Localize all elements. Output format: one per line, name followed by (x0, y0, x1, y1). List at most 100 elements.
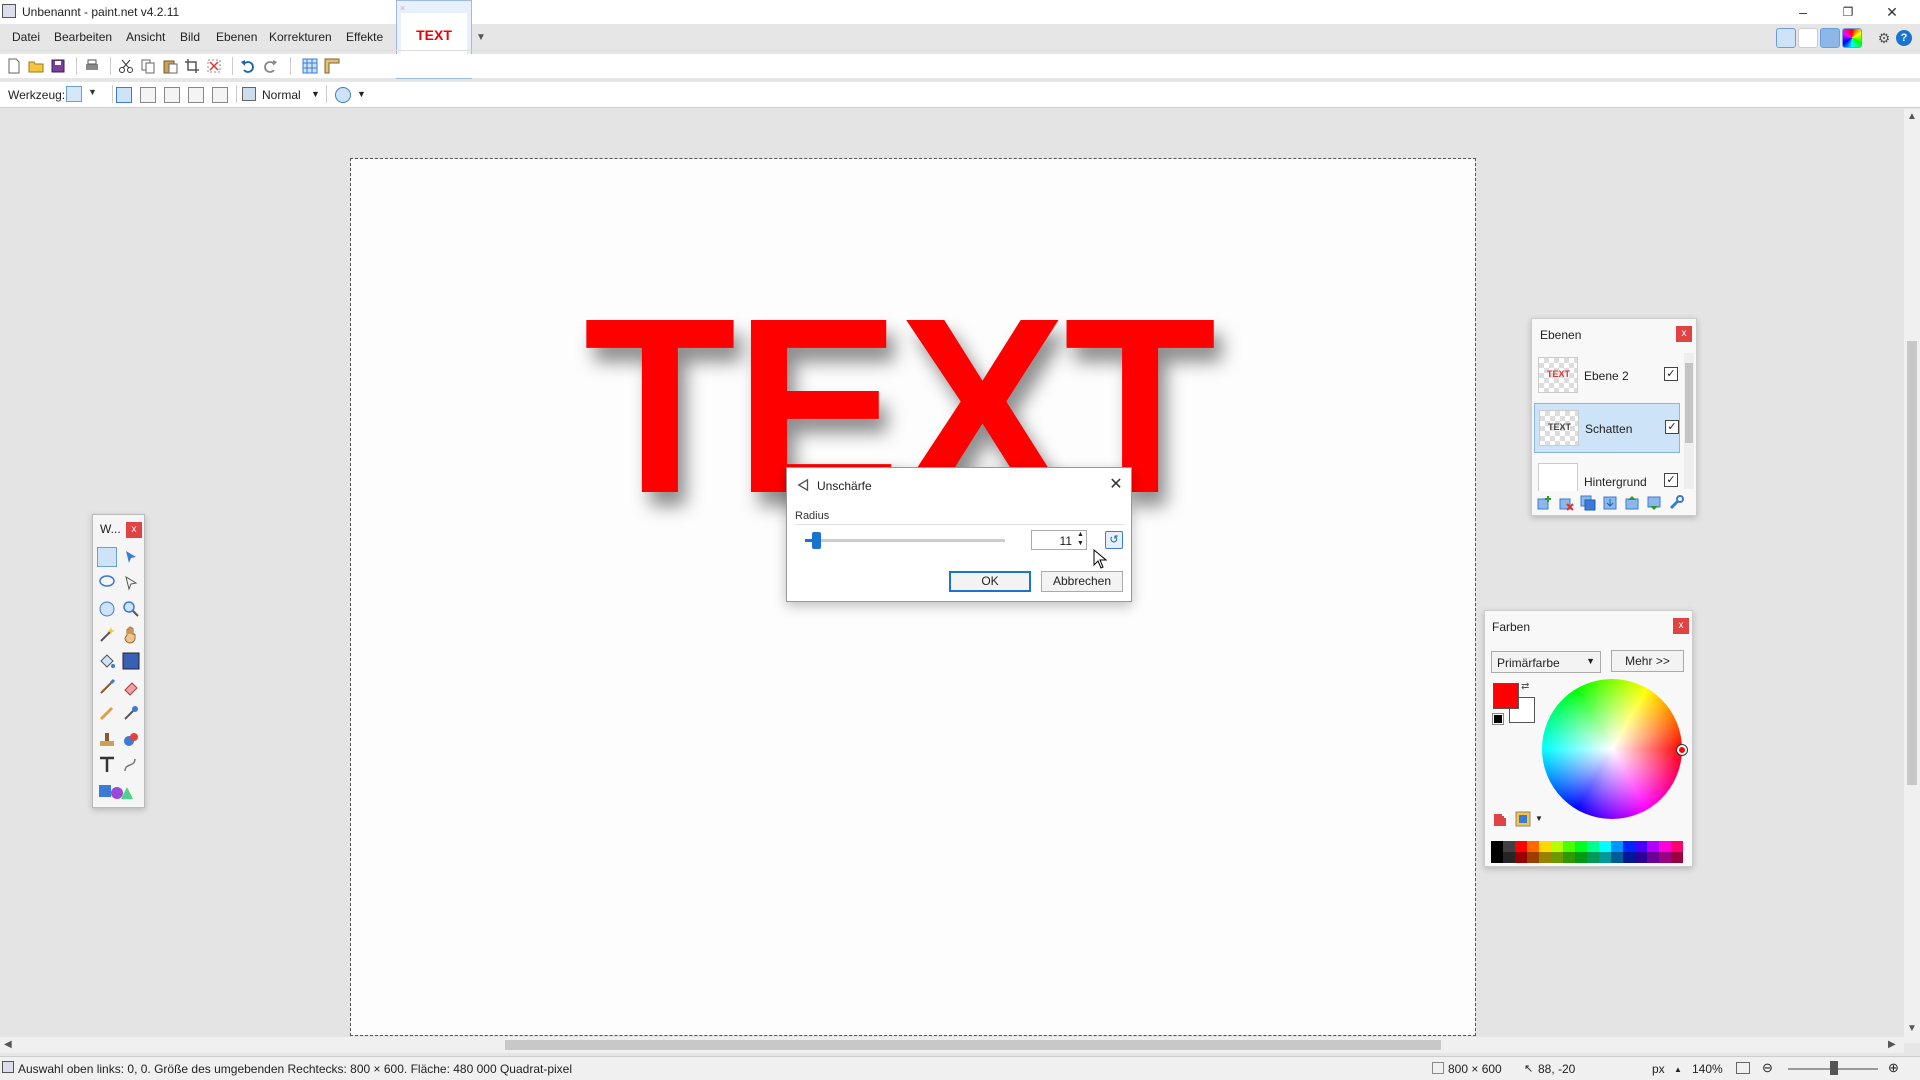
selection-mode-intersect-icon[interactable] (188, 87, 204, 103)
current-tool-rectangle-select-icon[interactable] (66, 86, 82, 102)
menu-ebenen[interactable]: Ebenen (216, 30, 257, 44)
zoom-tool-icon[interactable] (121, 599, 141, 619)
tools-window-toggle-icon[interactable] (1776, 28, 1796, 48)
menu-bild[interactable]: Bild (180, 30, 200, 44)
palette-swatch[interactable] (1587, 852, 1599, 863)
zoom-value[interactable]: 140% (1692, 1062, 1723, 1076)
units-selector[interactable]: px (1652, 1062, 1665, 1076)
horizontal-scrollbar-thumb[interactable] (505, 1040, 1441, 1050)
move-selection-tool-icon[interactable] (121, 573, 141, 593)
palette-swatch[interactable] (1635, 852, 1647, 863)
zoom-slider-thumb[interactable] (1830, 1061, 1838, 1075)
radius-increment-icon[interactable]: ▲ (1075, 531, 1086, 540)
selection-mode-exclude-icon[interactable] (164, 87, 180, 103)
selection-mode-union-icon[interactable] (140, 87, 156, 103)
palette-swatch[interactable] (1647, 841, 1659, 852)
colors-window-close-button[interactable]: x (1673, 618, 1689, 634)
blend-mode-icon[interactable] (242, 87, 256, 101)
open-file-icon[interactable] (28, 58, 44, 74)
zoom-in-icon[interactable]: ⊕ (1888, 1060, 1899, 1076)
palette-dropdown-arrow-icon[interactable]: ▼ (1535, 814, 1543, 823)
palette-swatch[interactable] (1659, 841, 1671, 852)
layer-visibility-checkbox[interactable]: ✓ (1664, 367, 1678, 381)
print-icon[interactable] (84, 58, 100, 74)
blend-mode-dropdown-arrow-icon[interactable]: ▼ (311, 89, 320, 99)
zoom-out-icon[interactable]: ⊖ (1762, 1060, 1773, 1076)
layer-properties-icon[interactable] (1668, 495, 1684, 511)
palette-swatch[interactable] (1551, 852, 1563, 863)
line-curve-tool-icon[interactable] (121, 755, 141, 775)
palette-swatch[interactable] (1575, 841, 1587, 852)
vertical-scrollbar[interactable]: ▲ ▼ (1904, 109, 1920, 1043)
layer-visibility-checkbox[interactable]: ✓ (1664, 473, 1678, 487)
scroll-right-arrow-icon[interactable]: ▶ (1888, 1039, 1896, 1050)
pencil-tool-icon[interactable] (97, 703, 117, 723)
palette-swatch[interactable] (1623, 841, 1635, 852)
palette-swatch[interactable] (1551, 841, 1563, 852)
more-colors-button[interactable]: Mehr >> (1611, 650, 1684, 672)
magic-wand-tool-icon[interactable] (97, 625, 117, 645)
menu-effekte[interactable]: Effekte (346, 30, 383, 44)
close-window-button[interactable]: ✕ (1877, 2, 1907, 22)
rectangle-select-tool-icon[interactable] (97, 547, 117, 567)
menu-ansicht[interactable]: Ansicht (126, 30, 165, 44)
palette-swatch[interactable] (1539, 841, 1551, 852)
move-layer-down-icon[interactable] (1646, 495, 1662, 511)
reset-colors-icon[interactable] (1492, 713, 1504, 725)
crop-to-selection-icon[interactable] (184, 58, 200, 74)
palette-swatch[interactable] (1671, 852, 1683, 863)
merge-layer-down-icon[interactable] (1602, 495, 1618, 511)
shapes-tool-icon[interactable] (97, 781, 133, 801)
move-layer-up-icon[interactable] (1624, 495, 1640, 511)
colors-window-toggle-icon[interactable] (1842, 28, 1862, 48)
tools-window-close-button[interactable]: x (126, 522, 142, 538)
palette-swatch[interactable] (1659, 852, 1671, 863)
palette-swatch[interactable] (1503, 841, 1515, 852)
ok-button[interactable]: OK (949, 571, 1031, 592)
swap-colors-icon[interactable]: ⇄ (1521, 681, 1529, 692)
layer-visibility-checkbox[interactable]: ✓ (1665, 420, 1679, 434)
palette-swatch[interactable] (1539, 852, 1551, 863)
antialiasing-icon[interactable] (335, 87, 351, 103)
recolor-tool-icon[interactable] (121, 729, 141, 749)
reset-radius-button[interactable]: ↺ (1105, 531, 1123, 549)
deselect-icon[interactable] (206, 58, 222, 74)
settings-gear-icon[interactable]: ⚙ (1874, 28, 1894, 48)
paste-icon[interactable] (162, 58, 178, 74)
add-layer-icon[interactable] (1536, 495, 1552, 511)
color-picker-tool-icon[interactable] (121, 703, 141, 723)
vertical-scrollbar-thumb[interactable] (1907, 341, 1917, 785)
palette-swatch[interactable] (1671, 841, 1683, 852)
primary-color-swatch[interactable] (1493, 683, 1519, 709)
radius-slider-thumb[interactable] (812, 532, 821, 549)
duplicate-layer-icon[interactable] (1580, 495, 1596, 511)
palette-swatch[interactable] (1527, 852, 1539, 863)
restore-button[interactable]: ❐ (1833, 2, 1863, 22)
horizontal-scrollbar[interactable]: ◀ ▶ (0, 1037, 1904, 1053)
radius-decrement-icon[interactable]: ▼ (1075, 540, 1086, 549)
palette-swatch[interactable] (1599, 852, 1611, 863)
minimize-button[interactable]: – (1788, 2, 1818, 22)
redo-icon[interactable] (262, 58, 278, 74)
zoom-to-window-icon[interactable] (1736, 1062, 1750, 1074)
save-icon[interactable] (50, 58, 66, 74)
palette-swatch[interactable] (1491, 841, 1503, 852)
paintbrush-tool-icon[interactable] (97, 677, 117, 697)
paint-bucket-tool-icon[interactable] (97, 651, 117, 671)
image-tab-close-icon[interactable]: × (400, 3, 405, 13)
scroll-down-arrow-icon[interactable]: ▼ (1907, 1023, 1917, 1034)
layer-row-schatten[interactable]: TEXT Schatten ✓ (1534, 403, 1680, 453)
rulers-icon[interactable] (324, 58, 340, 74)
clone-stamp-tool-icon[interactable] (97, 729, 117, 749)
layer-row-hintergrund[interactable]: Hintergrund ✓ (1534, 457, 1680, 491)
units-dropdown-arrow-icon[interactable]: ▲ (1674, 1065, 1682, 1074)
antialiasing-dropdown-arrow-icon[interactable]: ▼ (357, 89, 366, 99)
layers-window-close-button[interactable]: x (1676, 326, 1692, 342)
palette-menu-icon[interactable] (1515, 811, 1531, 827)
delete-layer-icon[interactable] (1558, 495, 1574, 511)
color-wheel[interactable] (1542, 679, 1682, 819)
dialog-close-button[interactable]: ✕ (1105, 474, 1127, 496)
history-window-toggle-icon[interactable] (1798, 28, 1818, 48)
palette-swatch[interactable] (1515, 852, 1527, 863)
move-selected-pixels-tool-icon[interactable] (121, 547, 141, 567)
